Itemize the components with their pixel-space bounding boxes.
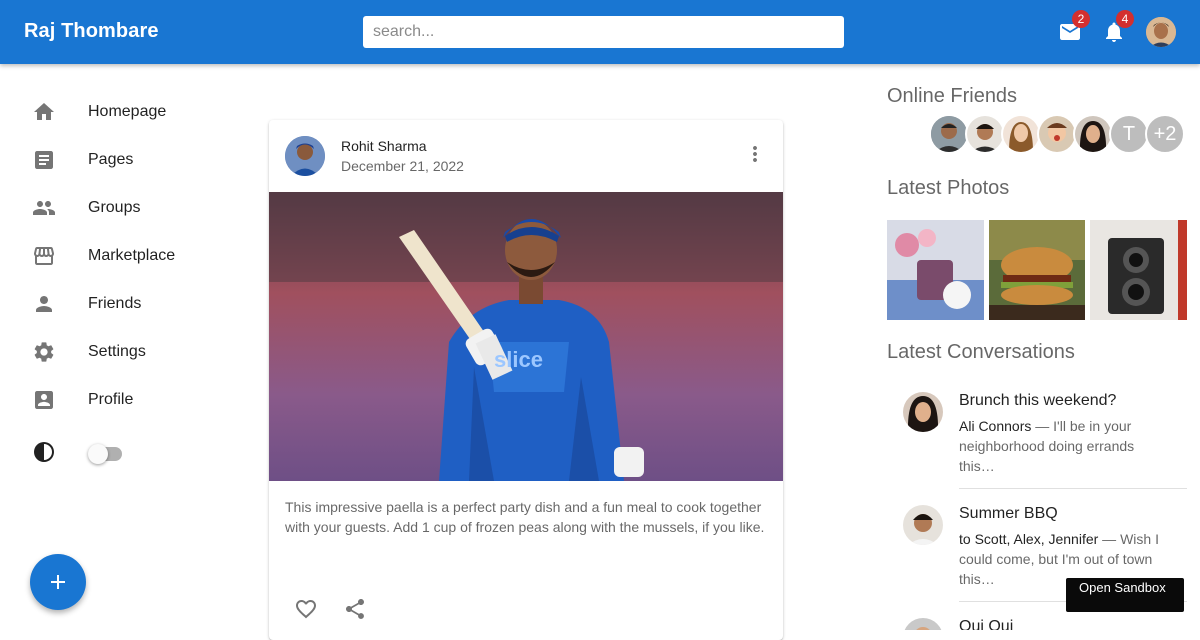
storefront-icon — [34, 247, 54, 265]
article-icon — [35, 151, 53, 169]
sidebar-item-label: Groups — [88, 199, 141, 216]
share-icon — [346, 599, 364, 619]
home-icon — [34, 103, 54, 120]
notification-badge: 4 — [1116, 10, 1134, 28]
user-avatar[interactable] — [1146, 17, 1176, 47]
conversation-sender: to Scott, Alex, Jennifer — [959, 531, 1099, 547]
online-friends-title: Online Friends — [887, 85, 1018, 107]
author-avatar[interactable] — [285, 136, 325, 176]
photo-thumbnail[interactable] — [989, 220, 1085, 320]
heart-icon — [296, 600, 316, 619]
sidebar-item-label: Homepage — [88, 103, 167, 120]
friend-avatar[interactable] — [1037, 114, 1077, 154]
gear-icon — [34, 342, 54, 362]
conversation-item[interactable]: Brunch this weekend? Ali Connors — I'll … — [887, 392, 1187, 482]
conversation-item[interactable]: Oui Oui — [887, 618, 1187, 630]
app-bar: Raj Thombare 2 4 — [0, 0, 1200, 64]
friend-avatar[interactable] — [1001, 114, 1041, 154]
account-box-icon — [35, 391, 53, 409]
conversation-avatar — [903, 618, 943, 630]
post-image: slice — [269, 192, 783, 481]
conversation-preview: Ali Connors — I'll be in your neighborho… — [959, 416, 1171, 476]
sidebar-item-friends[interactable]: Friends — [0, 280, 220, 328]
switch-thumb — [88, 444, 108, 464]
friend-avatar[interactable] — [965, 114, 1005, 154]
more-friends-count[interactable]: +2 — [1145, 114, 1185, 154]
divider — [959, 488, 1187, 489]
photo-thumbnail[interactable] — [887, 220, 984, 320]
sidebar-item-marketplace[interactable]: Marketplace — [0, 232, 220, 280]
post-card: Rohit Sharma December 21, 2022 slice Thi… — [269, 120, 783, 640]
sidebar-item-profile[interactable]: Profile — [0, 376, 220, 424]
person-icon — [36, 296, 52, 312]
post-date: December 21, 2022 — [341, 158, 464, 174]
mail-badge: 2 — [1072, 10, 1090, 28]
sidebar-item-groups[interactable]: Groups — [0, 184, 220, 232]
author-avatar-image — [285, 136, 325, 176]
photo-thumbnail[interactable] — [1090, 220, 1187, 320]
conversation-avatar — [903, 505, 943, 545]
sidebar-item-label: Friends — [88, 295, 142, 312]
friend-avatar[interactable] — [929, 114, 969, 154]
latest-conversations-title: Latest Conversations — [887, 341, 1075, 363]
post-menu-button[interactable] — [741, 140, 769, 168]
conversation-title: Brunch this weekend? — [959, 392, 1117, 409]
more-vert-icon — [753, 146, 757, 162]
share-button[interactable] — [340, 594, 370, 624]
user-avatar-image — [1146, 17, 1176, 47]
conversation-avatar — [903, 392, 943, 432]
sidebar-item-pages[interactable]: Pages — [0, 136, 220, 184]
dark-mode-switch[interactable] — [88, 442, 126, 464]
sidebar-item-label: Settings — [88, 343, 146, 360]
group-icon — [33, 201, 55, 215]
notifications-button[interactable]: 4 — [1098, 10, 1134, 48]
mail-button[interactable]: 2 — [1054, 10, 1090, 48]
sidebar-item-settings[interactable]: Settings — [0, 328, 220, 376]
brightness-icon — [34, 442, 54, 462]
sidebar: Homepage Pages Groups Marketplace Friend… — [0, 88, 220, 480]
svg-text:slice: slice — [494, 347, 543, 372]
latest-photos-title: Latest Photos — [887, 177, 1010, 199]
search-input[interactable] — [363, 16, 844, 48]
open-sandbox-button[interactable]: Open Sandbox — [1066, 578, 1184, 612]
sidebar-item-label: Profile — [88, 391, 134, 408]
add-button[interactable] — [30, 554, 86, 610]
conversation-sender: Ali Connors — [959, 418, 1032, 434]
like-button[interactable] — [291, 594, 321, 624]
post-text: This impressive paella is a perfect part… — [285, 499, 765, 535]
sidebar-item-label: Pages — [88, 151, 134, 168]
dark-mode-row — [0, 424, 220, 480]
conversation-title: Oui Oui — [959, 618, 1014, 630]
sidebar-item-homepage[interactable]: Homepage — [0, 88, 220, 136]
conversation-title: Summer BBQ — [959, 505, 1058, 522]
brand-title[interactable]: Raj Thombare — [24, 20, 159, 43]
post-author: Rohit Sharma — [341, 138, 427, 154]
friend-avatar[interactable] — [1073, 114, 1113, 154]
plus-icon — [51, 575, 65, 589]
sidebar-item-label: Marketplace — [88, 247, 176, 264]
friend-avatar-letter[interactable]: T — [1109, 114, 1149, 154]
